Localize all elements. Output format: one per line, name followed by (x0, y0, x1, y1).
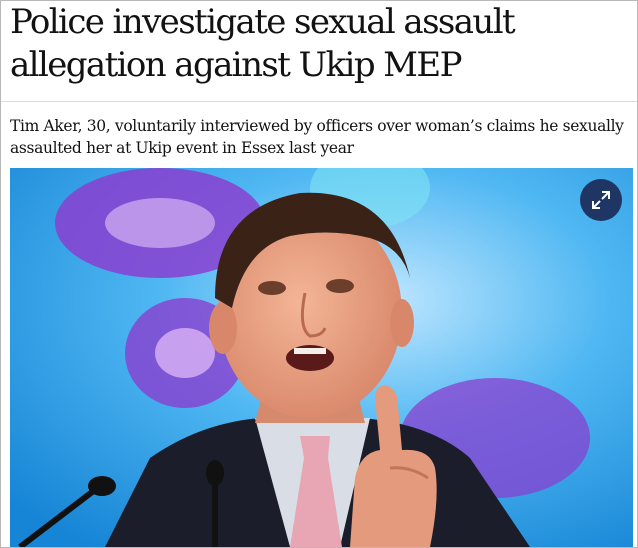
expand-icon (592, 191, 610, 209)
divider (1, 101, 637, 102)
article-photo (10, 168, 633, 547)
photo-illustration (10, 168, 633, 547)
expand-image-button[interactable] (580, 179, 622, 221)
article-standfirst: Tim Aker, 30, voluntarily interviewed by… (10, 117, 624, 157)
article-card: Police investigate sexual assault allega… (0, 0, 638, 548)
article-headline: Police investigate sexual assault allega… (10, 2, 516, 85)
